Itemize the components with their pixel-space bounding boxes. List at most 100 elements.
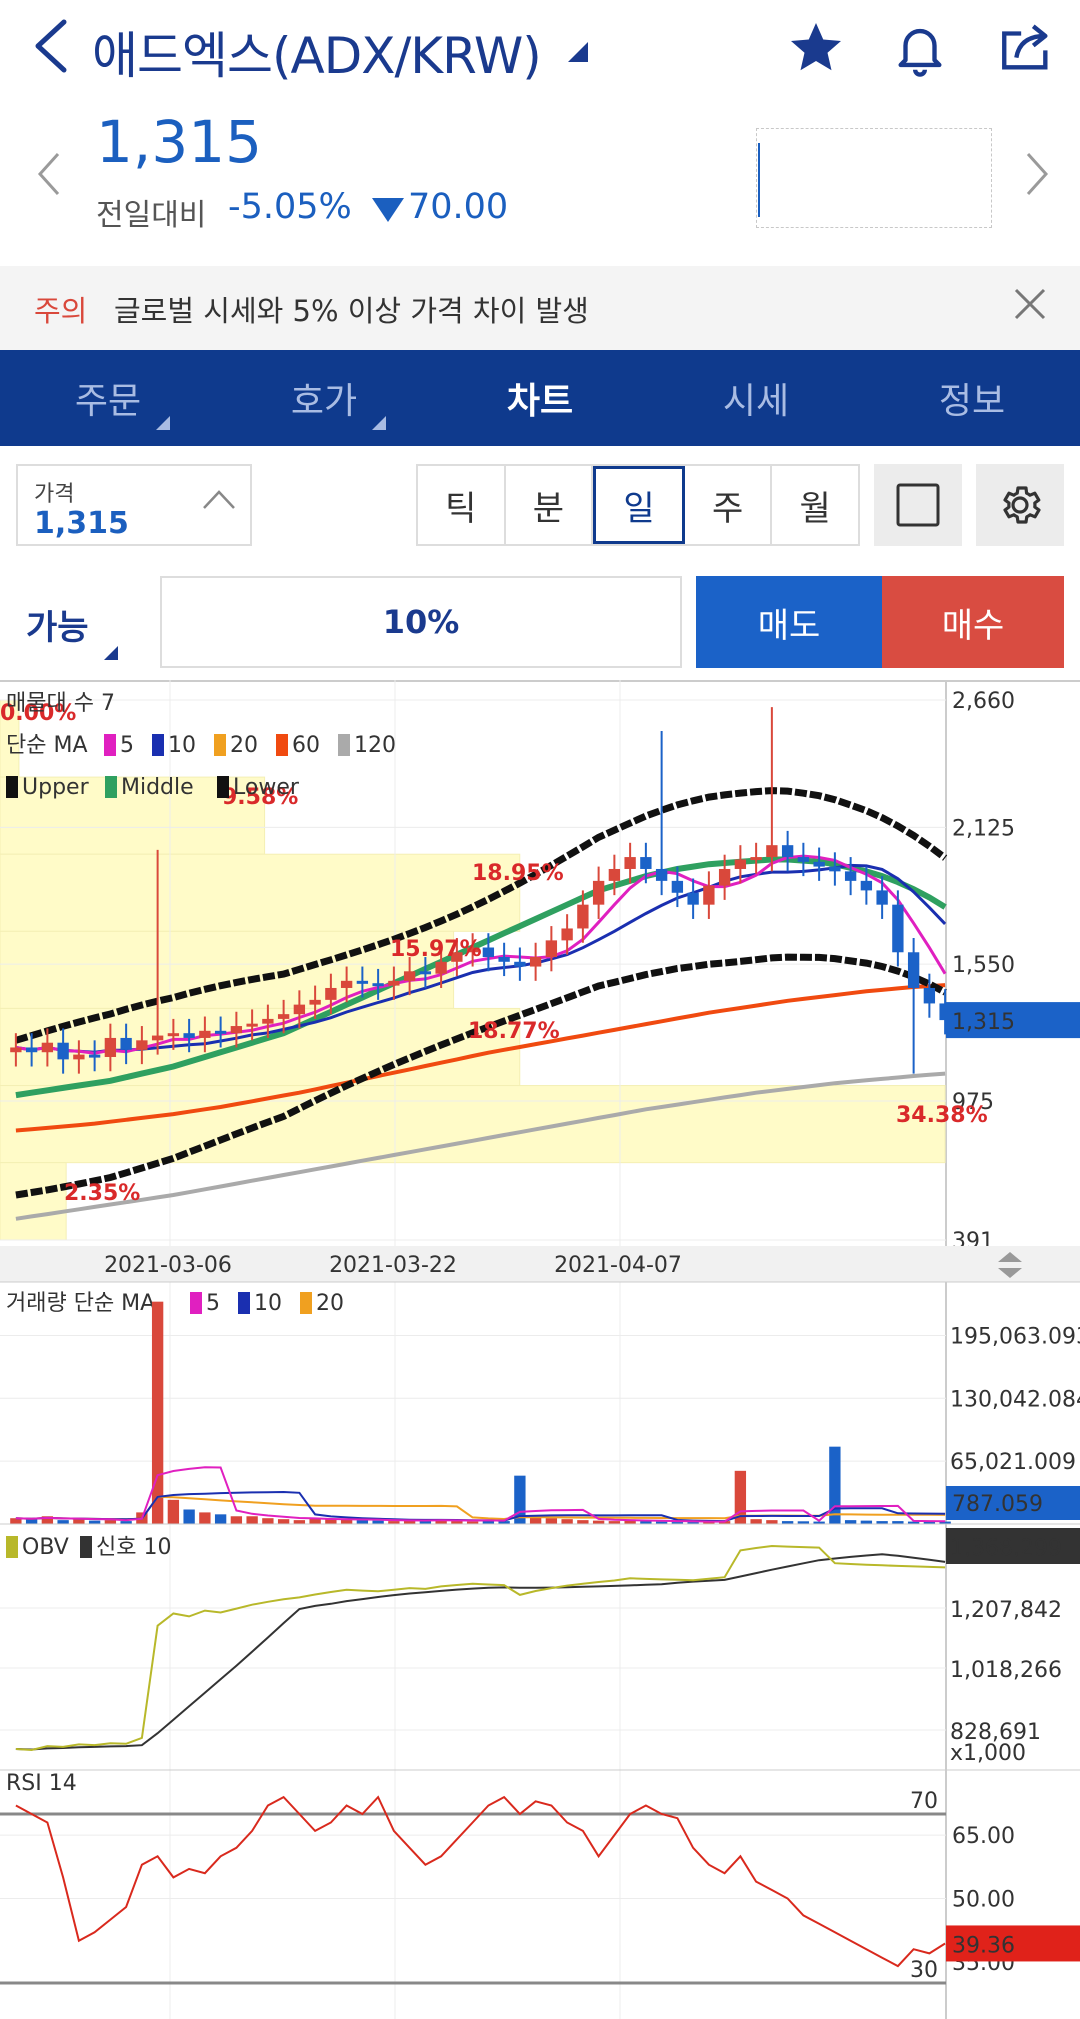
candle-body — [577, 904, 589, 929]
price-type-value: 1,315 — [34, 506, 129, 541]
tab-label: 시세 — [722, 381, 790, 422]
volume-bar — [766, 1520, 778, 1524]
candle-body — [498, 957, 510, 962]
volume-bar — [844, 1520, 857, 1524]
volume-bar — [151, 1301, 164, 1524]
volume-profile-percent: 34.38% — [896, 1103, 988, 1128]
period-month[interactable]: 월 — [772, 466, 858, 544]
share-icon[interactable] — [990, 12, 1062, 84]
volume-bar — [230, 1516, 243, 1524]
volume-bar — [167, 1499, 180, 1524]
period-selector: 틱 분 일 주 월 — [416, 464, 860, 546]
candle-body — [309, 999, 321, 1005]
current-price: 1,315 — [96, 108, 263, 176]
chart-area[interactable]: 2,660 2,125 1,550 975 391 0.00% 9.58% 18.95% 15.… — [0, 680, 1080, 2019]
candle-body — [718, 868, 731, 886]
period-week[interactable]: 주 — [685, 466, 773, 544]
period-tick[interactable]: 틱 — [418, 466, 506, 544]
candle-body — [388, 980, 400, 986]
obv-signal-legend-item: 신호 10 — [96, 1535, 171, 1560]
tab-label: 차트 — [506, 381, 574, 422]
candle-body — [529, 957, 542, 967]
candle-body — [57, 1042, 69, 1060]
candle-body — [199, 1030, 211, 1038]
ma-legend-item: 5 — [120, 733, 134, 758]
volume-bar — [860, 1520, 873, 1524]
ma-legend-swatch — [276, 734, 288, 756]
volume-bar — [372, 1520, 384, 1524]
candle-body — [277, 1014, 290, 1019]
obv-y-tick: 1,018,266 — [950, 1658, 1062, 1683]
x-tick-label: 2021-03-22 — [329, 1253, 457, 1278]
obv-legend-swatch — [6, 1536, 18, 1558]
candle-body — [325, 987, 337, 1000]
volume-profile-percent: 18.77% — [468, 1019, 560, 1044]
candle-body — [797, 857, 810, 862]
close-icon[interactable] — [1012, 282, 1048, 333]
settings-button[interactable] — [976, 464, 1064, 546]
gear-icon — [1003, 486, 1041, 524]
volume-legend-swatch — [238, 1292, 250, 1314]
ma-legend-swatch — [104, 734, 116, 756]
buy-button[interactable]: 매수 — [882, 576, 1064, 668]
current-price-tag-label: 1,315 — [952, 1010, 1015, 1035]
volume-legend-item: 5 — [206, 1291, 220, 1316]
candle-body — [151, 1035, 164, 1041]
back-chevron-icon[interactable] — [30, 14, 70, 92]
chart-type-button[interactable] — [874, 464, 962, 546]
prev-coin-chevron-icon[interactable] — [36, 148, 62, 211]
candle-body — [750, 857, 762, 861]
notice-tag: 주의 — [34, 294, 88, 328]
change-percent: -5.05% — [228, 187, 352, 227]
star-icon[interactable] — [780, 12, 852, 84]
x-tick-label: 2021-03-06 — [104, 1253, 232, 1278]
mini-chart[interactable] — [756, 128, 992, 228]
volume-bar — [104, 1520, 117, 1524]
candle-body — [703, 885, 715, 905]
volume-bar — [277, 1519, 290, 1524]
tab-orderbook[interactable]: 호가 — [216, 350, 432, 446]
candle-body — [10, 1047, 22, 1053]
tab-order[interactable]: 주문 — [0, 350, 216, 446]
quantity-input[interactable]: 10% — [160, 576, 682, 668]
tab-quotes[interactable]: 시세 — [648, 350, 864, 446]
tab-label: 주문 — [74, 381, 142, 422]
y-tick-label: 2,660 — [952, 689, 1015, 714]
tab-chart[interactable]: 차트 — [432, 350, 648, 446]
period-day[interactable]: 일 — [593, 466, 685, 544]
ma-legend-item: 60 — [292, 733, 320, 758]
candle-body — [640, 857, 652, 869]
period-minute[interactable]: 분 — [506, 466, 594, 544]
available-select[interactable]: 가능 — [26, 600, 89, 649]
bb-legend-swatch — [217, 776, 229, 798]
bb-legend-swatch — [105, 776, 117, 798]
main-tabs: 주문 호가 차트 시세 정보 — [0, 350, 1080, 446]
candle-body — [734, 859, 747, 869]
y-tick-label: 1,550 — [952, 953, 1015, 978]
candle-body — [167, 1033, 180, 1037]
candle-body — [246, 1023, 258, 1027]
tab-info[interactable]: 정보 — [864, 350, 1080, 446]
x-tick-label: 2021-04-07 — [554, 1253, 682, 1278]
tab-caret-icon — [156, 416, 170, 430]
title-dropdown-caret-icon[interactable] — [568, 42, 588, 62]
next-coin-chevron-icon[interactable] — [1024, 148, 1050, 211]
volume-bar — [577, 1520, 589, 1524]
candle-body — [671, 880, 684, 893]
candle-body — [687, 892, 699, 905]
ma-legend-label: 단순 MA — [6, 733, 88, 758]
volume-title: 거래량 단순 MA — [6, 1291, 155, 1316]
sell-button[interactable]: 매도 — [696, 576, 882, 668]
volume-legend-item: 10 — [254, 1291, 282, 1316]
price-type-select[interactable]: 가격 1,315 — [16, 464, 252, 546]
chart-svg: 2,6602,1251,5509753910.00%9.58%18.95%15.… — [0, 680, 1080, 2019]
candle-body — [403, 971, 416, 981]
obv-line — [15, 1544, 946, 1752]
volume-legend-item: 20 — [316, 1291, 344, 1316]
volume-legend-swatch — [300, 1292, 312, 1314]
bell-icon[interactable] — [884, 12, 956, 84]
candle-body — [293, 1004, 306, 1015]
rsi-y-tick: 50.00 — [952, 1888, 1015, 1913]
prev-day-label: 전일대비 — [96, 198, 207, 233]
candle-body — [104, 1037, 117, 1057]
